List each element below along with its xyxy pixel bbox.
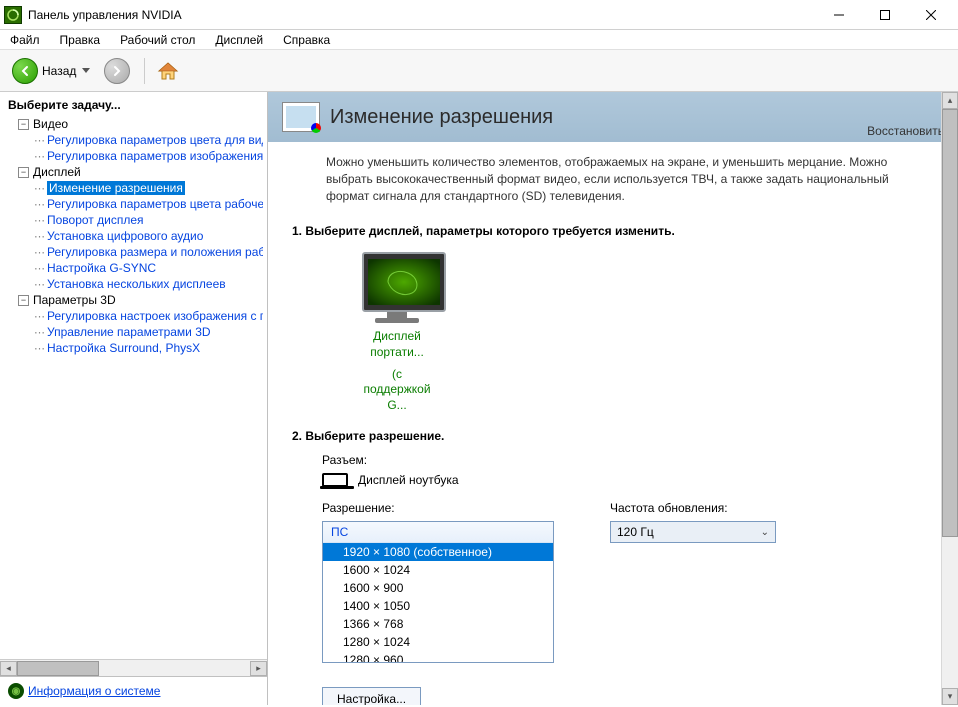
scroll-thumb[interactable] — [17, 661, 99, 676]
tree-item[interactable]: Регулировка параметров цвета рабочего ст… — [47, 197, 263, 211]
title-bar: Панель управления NVIDIA — [0, 0, 958, 30]
step2-heading: 2. Выберите разрешение. — [292, 429, 934, 443]
resolution-item[interactable]: 1920 × 1080 (собственное) — [323, 543, 553, 561]
back-button[interactable]: Назад — [8, 56, 94, 86]
resolution-item[interactable]: 1400 × 1050 — [323, 597, 553, 615]
tree-item[interactable]: Настройка G-SYNC — [47, 261, 156, 275]
back-arrow-icon — [12, 58, 38, 84]
menu-desktop[interactable]: Рабочий стол — [116, 31, 199, 49]
connector-value: Дисплей ноутбука — [358, 473, 459, 487]
menu-edit[interactable]: Правка — [56, 31, 105, 49]
resolution-item[interactable]: 1366 × 768 — [323, 615, 553, 633]
display-name-line1: Дисплей портати... — [362, 329, 432, 360]
tree-branch-icon: ⋯ — [34, 278, 45, 291]
toolbar-divider — [144, 58, 145, 84]
tree-collapse-icon[interactable]: − — [18, 167, 29, 178]
tree-branch-icon: ⋯ — [34, 310, 45, 323]
tree-branch-icon: ⋯ — [34, 326, 45, 339]
close-button[interactable] — [908, 0, 954, 30]
resolution-list[interactable]: ПС1920 × 1080 (собственное)1600 × 102416… — [322, 521, 554, 663]
page-description: Можно уменьшить количество элементов, от… — [268, 142, 958, 216]
resolution-item[interactable]: 1600 × 900 — [323, 579, 553, 597]
tree-branch-icon: ⋯ — [34, 262, 45, 275]
scroll-left-button[interactable]: ◂ — [0, 661, 17, 676]
configure-button[interactable]: Настройка... — [322, 687, 421, 705]
tree-branch-icon: ⋯ — [34, 150, 45, 163]
toolbar: Назад — [0, 50, 958, 92]
tree-branch-icon: ⋯ — [34, 182, 45, 195]
tree-item[interactable]: Регулировка настроек изображения с просм… — [47, 309, 263, 323]
task-tree-panel: Выберите задачу... −Видео⋯Регулировка па… — [0, 92, 268, 705]
tree-group-label: Видео — [33, 117, 68, 131]
laptop-icon — [322, 473, 348, 487]
menu-help[interactable]: Справка — [279, 31, 334, 49]
maximize-button[interactable] — [862, 0, 908, 30]
tree-group-label: Дисплей — [33, 165, 81, 179]
minimize-button[interactable] — [816, 0, 862, 30]
resolution-item[interactable]: 1280 × 1024 — [323, 633, 553, 651]
forward-button[interactable] — [100, 56, 134, 86]
tree-item[interactable]: Поворот дисплея — [47, 213, 144, 227]
step1-heading: 1. Выберите дисплей, параметры которого … — [292, 224, 934, 238]
connector-label: Разъем: — [322, 453, 934, 467]
page-title: Изменение разрешения — [330, 106, 553, 129]
tree-item[interactable]: Настройка Surround, PhysX — [47, 341, 200, 355]
menu-file[interactable]: Файл — [6, 31, 44, 49]
resolution-group-header: ПС — [323, 522, 553, 543]
refresh-rate-value: 120 Гц — [617, 525, 654, 539]
monitor-icon — [362, 252, 446, 312]
tree-item[interactable]: Регулировка параметров изображения для в… — [47, 149, 263, 163]
tree-branch-icon: ⋯ — [34, 214, 45, 227]
vscroll-thumb[interactable] — [942, 109, 958, 537]
menu-bar: Файл Правка Рабочий стол Дисплей Справка — [0, 30, 958, 50]
content-panel: Изменение разрешения Восстановить Можно … — [268, 92, 958, 705]
home-button[interactable] — [155, 58, 181, 84]
chevron-down-icon: ⌄ — [761, 527, 769, 538]
display-thumbnail[interactable]: Дисплей портати... (с поддержкой G... — [292, 248, 432, 413]
tree-item[interactable]: Регулировка размера и положения рабочего… — [47, 245, 263, 259]
tree-item[interactable]: Управление параметрами 3D — [47, 325, 211, 339]
content-vertical-scrollbar[interactable]: ▴ ▾ — [941, 92, 958, 705]
refresh-rate-select[interactable]: 120 Гц ⌄ — [610, 521, 776, 543]
tree-branch-icon: ⋯ — [34, 246, 45, 259]
info-icon: ◉ — [8, 683, 24, 699]
banner-monitor-icon — [282, 102, 320, 132]
refresh-label: Частота обновления: — [610, 501, 776, 515]
tree-collapse-icon[interactable]: − — [18, 119, 29, 130]
menu-display[interactable]: Дисплей — [211, 31, 267, 49]
forward-arrow-icon — [104, 58, 130, 84]
resolution-item[interactable]: 1600 × 1024 — [323, 561, 553, 579]
tree-item[interactable]: Регулировка параметров цвета для видео — [47, 133, 263, 147]
scroll-right-button[interactable]: ▸ — [250, 661, 267, 676]
tree-header: Выберите задачу... — [0, 92, 267, 116]
tree-item[interactable]: Изменение разрешения — [47, 181, 185, 195]
tree-branch-icon: ⋯ — [34, 134, 45, 147]
tree-group-label: Параметры 3D — [33, 293, 116, 307]
resolution-label: Разрешение: — [322, 501, 554, 515]
tree-item[interactable]: Установка нескольких дисплеев — [47, 277, 226, 291]
page-banner: Изменение разрешения Восстановить — [268, 92, 958, 142]
system-info-link[interactable]: Информация о системе — [28, 684, 160, 698]
tree-branch-icon: ⋯ — [34, 198, 45, 211]
tree-branch-icon: ⋯ — [34, 230, 45, 243]
resolution-item[interactable]: 1280 × 960 — [323, 651, 553, 663]
tree-collapse-icon[interactable]: − — [18, 295, 29, 306]
scroll-up-button[interactable]: ▴ — [942, 92, 958, 109]
back-label: Назад — [42, 64, 76, 78]
scroll-down-button[interactable]: ▾ — [942, 688, 958, 705]
tree-branch-icon: ⋯ — [34, 342, 45, 355]
tree-item[interactable]: Установка цифрового аудио — [47, 229, 203, 243]
display-name-line2: (с поддержкой G... — [362, 367, 432, 414]
window-title: Панель управления NVIDIA — [28, 8, 182, 22]
nvidia-app-icon — [4, 6, 22, 24]
tree-horizontal-scrollbar[interactable]: ◂ ▸ — [0, 659, 267, 676]
restore-link[interactable]: Восстановить — [867, 124, 944, 138]
system-info-row: ◉ Информация о системе — [0, 676, 267, 705]
back-dropdown-icon — [82, 68, 90, 73]
